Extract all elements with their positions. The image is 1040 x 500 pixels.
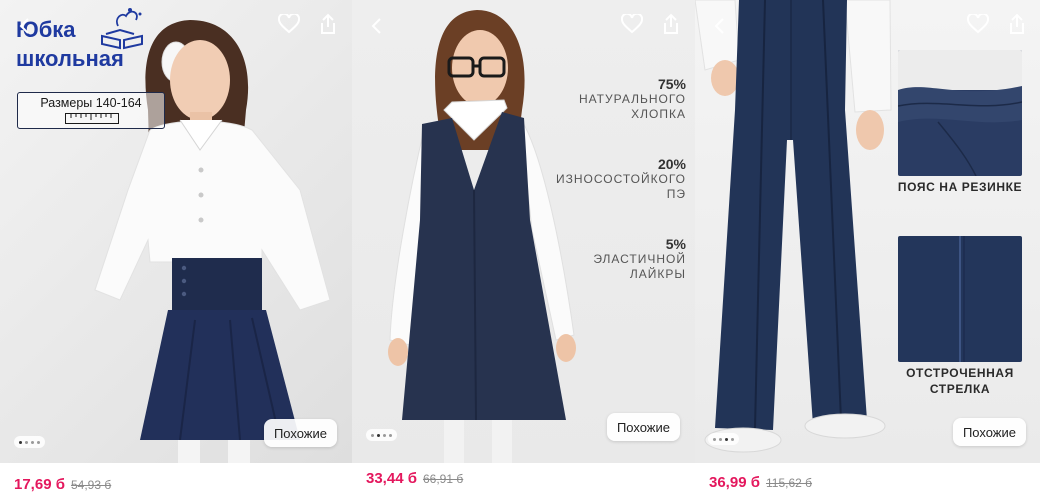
share-button[interactable]	[657, 10, 685, 38]
crease-detail-image	[898, 236, 1022, 362]
share-button[interactable]	[314, 10, 342, 38]
composition-desc-line1: НАТУРАЛЬНОГО	[578, 92, 686, 106]
detail-label-waistband: ПОЯС НА РЕЗИНКЕ	[893, 180, 1027, 196]
product-card-trousers[interactable]: ПОЯС НА РЕЗИНКЕ ОТСТРОЧЕННАЯ СТРЕЛКА Пох…	[695, 0, 1040, 500]
carousel-dots[interactable]	[14, 436, 45, 448]
waistband-detail-image	[898, 50, 1022, 176]
similar-button[interactable]: Похожие	[263, 419, 337, 447]
composition-desc-line2: ПЭ	[666, 187, 686, 201]
composition-item: 75% НАТУРАЛЬНОГО ХЛОПКА	[579, 76, 686, 122]
current-price: 36,99 б	[709, 474, 760, 491]
detail-label-line1: ОТСТРОЧЕННАЯ	[906, 366, 1014, 380]
composition-percent: 75%	[657, 76, 686, 92]
back-button[interactable]	[10, 12, 38, 40]
composition-item: 20% ИЗНОСОСТОЙКОГО ПЭ	[556, 156, 686, 202]
detail-label-line2: СТРЕЛКА	[929, 381, 991, 396]
composition-desc-line1: ЭЛАСТИЧНОЙ	[593, 252, 686, 266]
detail-label-crease: ОТСТРОЧЕННАЯ СТРЕЛКА	[893, 366, 1027, 397]
product-card-sundress[interactable]: 75% НАТУРАЛЬНОГО ХЛОПКА 20% ИЗНОСОСТОЙКО…	[352, 0, 695, 500]
ruler-icon	[65, 113, 119, 124]
carousel-dot	[383, 433, 386, 437]
sizes-box: Размеры 140-164	[17, 92, 165, 129]
similar-button[interactable]: Похожие	[606, 413, 680, 441]
books-logo-icon	[101, 8, 143, 50]
price-row: 33,44 б 66,91 б	[366, 470, 463, 487]
heart-icon	[967, 14, 989, 34]
heart-icon	[621, 14, 643, 34]
product-grid: Юбка школьная Размеры 140-164 Похожие 17…	[0, 0, 1040, 500]
carousel-dots[interactable]	[366, 429, 397, 441]
carousel-dot	[719, 437, 722, 441]
product-card-skirt[interactable]: Юбка школьная Размеры 140-164 Похожие 17…	[0, 0, 352, 500]
carousel-dot	[371, 433, 374, 437]
product-photo[interactable]: Юбка школьная Размеры 140-164 Похожие	[0, 0, 352, 463]
share-icon	[664, 13, 678, 34]
chevron-left-icon	[714, 18, 724, 34]
current-price: 17,69 б	[14, 476, 65, 493]
carousel-dot	[725, 437, 728, 441]
composition-desc-line2: ЛАЙКРЫ	[629, 267, 686, 281]
carousel-dot	[37, 440, 40, 444]
share-button[interactable]	[1003, 10, 1031, 38]
composition-percent: 20%	[657, 156, 686, 172]
price-row: 17,69 б 54,93 б	[14, 476, 111, 493]
favorite-button[interactable]	[964, 10, 992, 38]
price-row: 36,99 б 115,62 б	[709, 474, 812, 491]
favorite-button[interactable]	[618, 10, 646, 38]
old-price: 66,91 б	[422, 472, 464, 486]
back-button[interactable]	[705, 12, 733, 40]
current-price: 33,44 б	[366, 470, 417, 487]
back-button[interactable]	[362, 12, 390, 40]
chevron-left-icon	[371, 18, 381, 34]
composition-percent: 5%	[665, 236, 686, 252]
carousel-dot	[731, 437, 734, 441]
sizes-text: Размеры 140-164	[40, 96, 142, 110]
carousel-dot	[377, 433, 380, 437]
favorite-button[interactable]	[275, 10, 303, 38]
carousel-dot	[31, 440, 34, 444]
product-photo[interactable]: 75% НАТУРАЛЬНОГО ХЛОПКА 20% ИЗНОСОСТОЙКО…	[352, 0, 695, 463]
carousel-dot	[713, 437, 716, 441]
share-icon	[321, 13, 335, 34]
carousel-dot	[19, 440, 22, 444]
product-photo[interactable]: ПОЯС НА РЕЗИНКЕ ОТСТРОЧЕННАЯ СТРЕЛКА Пох…	[695, 0, 1040, 463]
detail-label-line1: ПОЯС НА РЕЗИНКЕ	[897, 180, 1023, 194]
sundress-product-image	[388, 10, 576, 463]
carousel-dots[interactable]	[708, 433, 739, 445]
chevron-left-icon	[19, 18, 29, 34]
carousel-dot	[389, 433, 392, 437]
old-price: 54,93 б	[70, 478, 112, 492]
carousel-dot	[25, 440, 28, 444]
old-price: 115,62 б	[765, 476, 813, 490]
composition-desc-line2: ХЛОПКА	[631, 107, 686, 121]
share-icon	[1010, 13, 1024, 34]
composition-item: 5% ЭЛАСТИЧНОЙ ЛАЙКРЫ	[593, 236, 686, 282]
similar-button[interactable]: Похожие	[952, 418, 1026, 446]
composition-desc-line1: ИЗНОСОСТОЙКОГО	[556, 172, 686, 186]
heart-icon	[278, 14, 300, 34]
